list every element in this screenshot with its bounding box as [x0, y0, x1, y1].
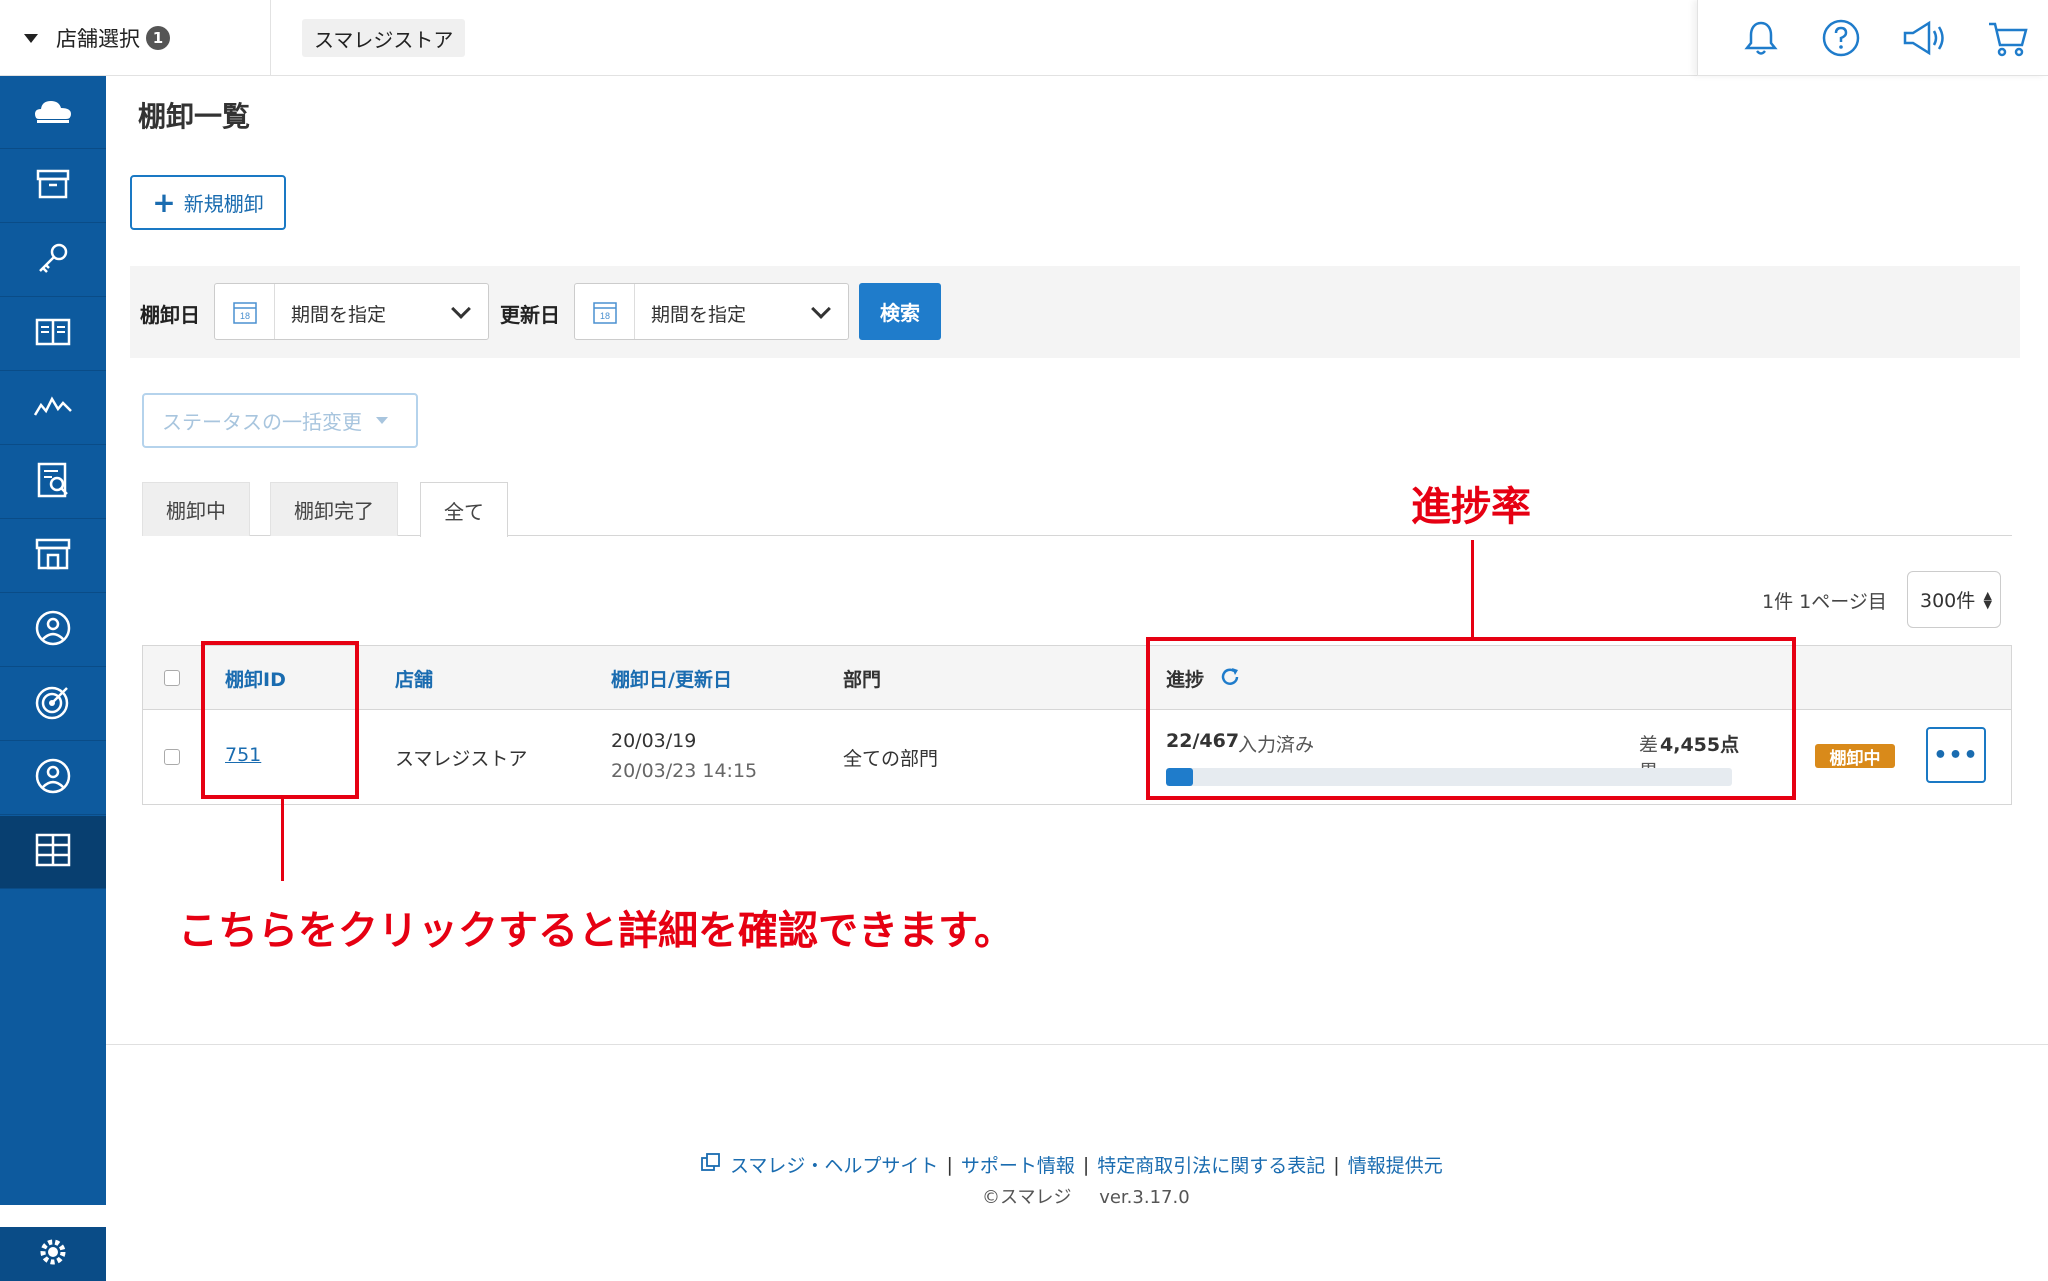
caret-down-icon [24, 33, 38, 43]
footer-link-data-source[interactable]: 情報提供元 [1348, 1151, 1443, 1178]
footer-divider [106, 1044, 2048, 1045]
annotation-box-progress [1146, 637, 1796, 800]
sidebar-item-target[interactable] [0, 668, 106, 741]
svg-text:18: 18 [599, 311, 609, 321]
update-date-label: 更新日 [500, 303, 560, 327]
chart-icon [33, 393, 73, 423]
footer-links: スマレジ・ヘルプサイト | サポート情報 | 特定商取引法に関する表記 | 情報… [700, 1151, 1443, 1178]
bulk-status-label: ステータスの一括変更 [162, 410, 362, 434]
report-icon [36, 461, 70, 503]
footer-link-legal[interactable]: 特定商取引法に関する表記 [1097, 1151, 1325, 1178]
new-inventory-label: 新規棚卸 [183, 192, 264, 216]
megaphone-icon[interactable] [1901, 18, 1951, 58]
status-badge: 棚卸中 [1815, 744, 1895, 769]
sidebar-item-inventory[interactable] [0, 816, 106, 889]
book-icon [34, 316, 72, 352]
svg-text:18: 18 [239, 311, 249, 321]
current-store-chip[interactable]: スマレジストア [302, 19, 466, 57]
footer-link-help-site[interactable]: スマレジ・ヘルプサイト [730, 1151, 938, 1178]
update-date-select[interactable]: 18 期間を指定 [574, 283, 849, 340]
more-actions-button[interactable]: ••• [1926, 727, 1986, 783]
column-header-date[interactable]: 棚卸日/更新日 [611, 665, 732, 692]
annotation-click-hint: こちらをクリックすると詳細を確認できます。 [178, 908, 1014, 954]
new-inventory-button[interactable]: + 新規棚卸 [130, 175, 286, 230]
cart-icon[interactable] [1986, 18, 2030, 58]
select-all-checkbox[interactable] [164, 670, 180, 686]
sidebar-item-customer[interactable] [0, 594, 106, 667]
inventory-date-value: 期間を指定 [291, 304, 387, 326]
tab-in-progress[interactable]: 棚卸中 [142, 482, 250, 536]
sidebar [0, 76, 106, 1281]
user-icon [34, 757, 72, 799]
plus-icon: + [152, 186, 176, 219]
inventory-date-label: 棚卸日 [140, 303, 200, 327]
row-inventory-date: 20/03/19 [611, 730, 697, 752]
per-page-select[interactable]: 300件 ▲ ▼ [1907, 571, 2001, 628]
key-icon [35, 240, 71, 280]
calendar-icon: 18 [575, 284, 635, 339]
archive-icon [35, 168, 71, 204]
cloud-icon [33, 95, 73, 129]
column-header-store[interactable]: 店舗 [395, 665, 433, 692]
per-page-value: 300件 [1920, 590, 1976, 612]
customer-icon [34, 609, 72, 651]
bulk-status-change-dropdown[interactable]: ステータスの一括変更 [142, 393, 418, 448]
store-select-dropdown[interactable]: 店舗選択 1 [0, 0, 271, 76]
sidebar-item-key[interactable] [0, 224, 106, 297]
inventory-icon [34, 832, 72, 872]
annotation-box-id [201, 641, 359, 799]
target-icon [34, 683, 72, 725]
annotation-line-progress [1471, 540, 1474, 637]
filter-bar: 棚卸日 18 期間を指定 更新日 18 期間を指定 検索 [130, 266, 2020, 358]
sort-arrows-icon: ▲ ▼ [1983, 589, 1992, 611]
tab-completed[interactable]: 棚卸完了 [270, 482, 398, 536]
help-icon[interactable] [1821, 18, 1861, 58]
chevron-down-icon [451, 299, 471, 319]
pagination-summary: 1件 1ページ目 [1762, 591, 1887, 613]
annotation-line-id [281, 799, 284, 881]
status-tabs: 棚卸中 棚卸完了 全て [142, 482, 2012, 537]
top-bar: 店舗選択 1 スマレジストア [0, 0, 2048, 76]
sidebar-item-store[interactable] [0, 520, 106, 593]
footer-link-support[interactable]: サポート情報 [961, 1151, 1075, 1178]
page-title: 棚卸一覧 [138, 100, 251, 133]
sidebar-item-report[interactable] [0, 446, 106, 519]
row-updated-at: 20/03/23 14:15 [611, 760, 758, 782]
sidebar-item-settings[interactable] [0, 1227, 106, 1281]
bell-icon[interactable] [1741, 18, 1781, 58]
sidebar-item-user[interactable] [0, 742, 106, 815]
sidebar-item-chart[interactable] [0, 372, 106, 445]
sidebar-item-archive[interactable] [0, 150, 106, 223]
update-date-value: 期間を指定 [651, 304, 747, 326]
search-button[interactable]: 検索 [859, 283, 941, 340]
row-store: スマレジストア [395, 748, 528, 770]
row-checkbox[interactable] [164, 749, 180, 765]
copyright: ©スマレジ ver.3.17.0 [982, 1183, 1190, 1209]
row-department: 全ての部門 [843, 748, 939, 770]
gear-icon [37, 1236, 69, 1272]
column-header-department: 部門 [843, 669, 882, 691]
sidebar-item-book[interactable] [0, 298, 106, 371]
calendar-icon: 18 [215, 284, 275, 339]
store-count-badge: 1 [146, 26, 170, 50]
inventory-date-select[interactable]: 18 期間を指定 [214, 283, 489, 340]
store-icon [34, 536, 72, 576]
chevron-down-icon [811, 299, 831, 319]
sidebar-item-cloud[interactable] [0, 76, 106, 149]
header-icon-group [1697, 0, 2048, 76]
annotation-progress-rate: 進捗率 [1411, 484, 1531, 530]
caret-down-icon [376, 417, 388, 424]
store-select-label: 店舗選択 [56, 27, 140, 51]
tab-all[interactable]: 全て [420, 482, 508, 537]
external-link-icon [700, 1152, 722, 1177]
